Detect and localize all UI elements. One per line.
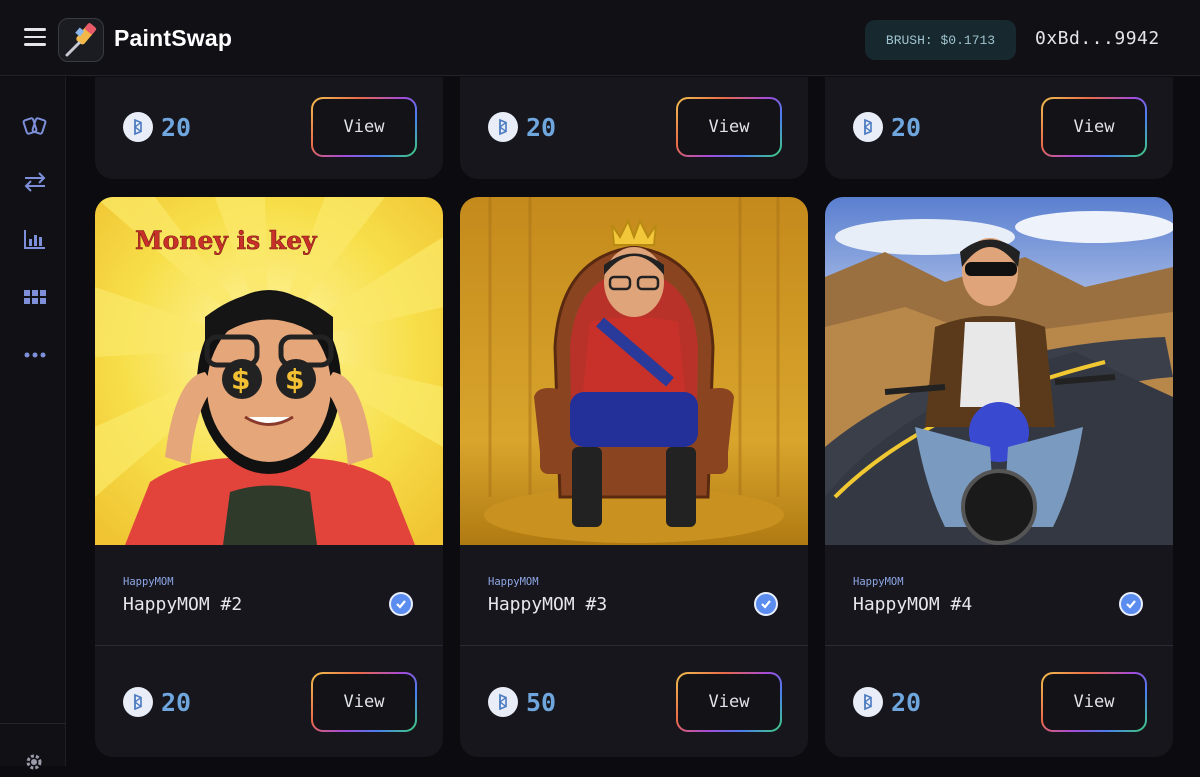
card-divider (825, 645, 1173, 646)
ftm-coin-icon (123, 687, 153, 717)
cards-icon[interactable] (22, 114, 48, 136)
svg-text:$: $ (285, 363, 304, 396)
view-button[interactable]: View (1041, 97, 1147, 157)
nft-card-partial: 20 View (95, 77, 443, 179)
ftm-coin-icon (488, 112, 518, 142)
price-row: 20 (123, 110, 191, 144)
card-divider (460, 645, 808, 646)
price-row: 20 (853, 110, 921, 144)
view-button[interactable]: View (676, 97, 782, 157)
top-header: PaintSwap BRUSH: $0.1713 0xBd...9942 (0, 0, 1200, 76)
ftm-coin-icon (123, 112, 153, 142)
view-button[interactable]: View (311, 672, 417, 732)
view-button[interactable]: View (311, 97, 417, 157)
price-row: 20 (123, 685, 191, 719)
art-caption: Money is key (135, 226, 318, 255)
nft-card-partial: 20 View (825, 77, 1173, 179)
nft-name[interactable]: HappyMOM #3 (488, 594, 607, 615)
verified-check-icon (389, 592, 413, 616)
nft-name[interactable]: HappyMOM #4 (853, 594, 972, 615)
price-value: 20 (891, 112, 922, 142)
price-value: 20 (161, 112, 192, 142)
view-button[interactable]: View (676, 672, 782, 732)
bar-chart-icon[interactable] (22, 228, 48, 250)
view-button[interactable]: View (1041, 672, 1147, 732)
ftm-coin-icon (853, 112, 883, 142)
nft-grid: 20 View 20 View 20 View Money is key $ $… (67, 77, 1200, 766)
price-row: 50 (488, 685, 556, 719)
wallet-address[interactable]: 0xBd...9942 (1035, 28, 1160, 49)
price-value: 20 (161, 687, 192, 717)
collection-name[interactable]: HappyMOM (123, 576, 174, 588)
collection-name[interactable]: HappyMOM (853, 576, 904, 588)
nft-artwork[interactable] (825, 197, 1173, 545)
price-value: 50 (526, 687, 557, 717)
price-value: 20 (891, 687, 922, 717)
nft-artwork[interactable] (460, 197, 808, 545)
verified-check-icon (1119, 592, 1143, 616)
settings-icon[interactable] (24, 752, 44, 772)
collection-name[interactable]: HappyMOM (488, 576, 539, 588)
sidebar (0, 77, 66, 766)
nft-card[interactable]: HappyMOM HappyMOM #4 20 View (825, 197, 1173, 757)
nft-artwork[interactable]: Money is key $ $ (95, 197, 443, 545)
card-divider (95, 645, 443, 646)
price-row: 20 (488, 110, 556, 144)
menu-icon[interactable] (24, 28, 46, 46)
more-dots-icon[interactable] (22, 344, 48, 366)
ftm-coin-icon (853, 687, 883, 717)
brand-name[interactable]: PaintSwap (114, 25, 232, 52)
svg-text:$: $ (231, 363, 250, 396)
verified-check-icon (754, 592, 778, 616)
swap-arrows-icon[interactable] (22, 171, 48, 193)
brush-price-badge[interactable]: BRUSH: $0.1713 (865, 20, 1016, 60)
paintswap-logo-icon[interactable] (58, 18, 104, 62)
nft-card[interactable]: HappyMOM HappyMOM #3 50 View (460, 197, 808, 757)
nft-name[interactable]: HappyMOM #2 (123, 594, 242, 615)
price-value: 20 (526, 112, 557, 142)
grid-icon[interactable] (22, 287, 48, 309)
sidebar-divider (0, 723, 66, 724)
ftm-coin-icon (488, 687, 518, 717)
nft-card[interactable]: Money is key $ $ HappyMOM HappyMOM #2 20… (95, 197, 443, 757)
price-row: 20 (853, 685, 921, 719)
nft-card-partial: 20 View (460, 77, 808, 179)
